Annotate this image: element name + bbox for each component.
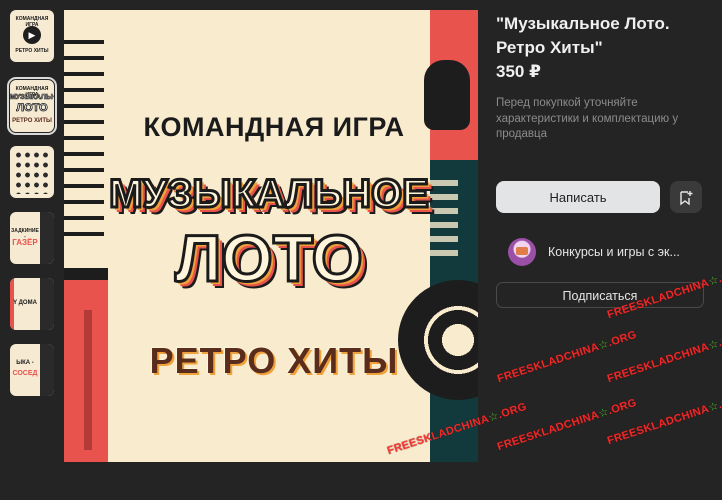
- thumb-caption: РЕТРО ХИТЫ: [12, 118, 52, 124]
- purchase-note: Перед покупкой уточняйте характеристики …: [496, 97, 679, 140]
- thumb-caption: МУЗЫКАЛЬНОЕ: [10, 94, 54, 102]
- thumbnail-6[interactable]: ЫКА - СОСЕД: [10, 344, 54, 396]
- hero-title-line1: МУЗЫКАЛЬНОЕ: [108, 171, 431, 218]
- seller-avatar: [508, 238, 536, 266]
- thumb-caption: Y ДОМА: [13, 300, 37, 306]
- play-icon: ▶: [23, 26, 41, 44]
- bookmark-add-button[interactable]: [670, 181, 702, 213]
- photo: [40, 212, 54, 264]
- seller-card[interactable]: Конкурсы и игры с эк...: [508, 238, 708, 266]
- thumbnail-video[interactable]: КОМАНДНАЯ ИГРА ▶ РЕТРО ХИТЫ: [10, 10, 54, 62]
- thumb-caption: ГАЗЁР: [12, 238, 38, 247]
- product-price: 350 ₽: [496, 62, 541, 81]
- hero-tagline: РЕТРО ХИТЫ: [149, 340, 399, 381]
- thumb-caption: ЫКА -: [16, 360, 34, 366]
- thumbnail-3[interactable]: [10, 146, 54, 198]
- write-seller-button[interactable]: Написать: [496, 181, 660, 213]
- hero-title-line2: ЛОТО: [174, 220, 365, 297]
- bookmark-add-icon: [680, 191, 693, 206]
- photo: [40, 278, 54, 330]
- product-title: "Музыкальное Лото. Ретро Хиты": [496, 14, 670, 57]
- photo: [40, 344, 54, 396]
- product-image[interactable]: КОМАНДНАЯ ИГРА МУЗЫКАЛЬНОЕ ЛОТО РЕТРО ХИ…: [64, 10, 478, 462]
- thumbnail-4[interactable]: ЗАДКИНИЕ - ГАЗЁР: [10, 212, 54, 264]
- thumb-caption: ЛОТО: [16, 102, 48, 115]
- thumbnail-5[interactable]: Y ДОМА: [10, 278, 54, 330]
- thumb-caption: СОСЕД: [12, 370, 38, 377]
- pattern: [14, 150, 50, 194]
- thumb-caption: РЕТРО ХИТЫ: [15, 48, 49, 54]
- hero-subtitle: КОМАНДНАЯ ИГРА: [143, 112, 405, 142]
- seller-name: Конкурсы и игры с эк...: [548, 245, 680, 259]
- thumbnail-cover[interactable]: КОМАНДНАЯ ИГРА МУЗЫКАЛЬНОЕ ЛОТО РЕТРО ХИ…: [7, 77, 57, 135]
- microphone-icon: [424, 60, 470, 130]
- decor-block: [84, 310, 92, 450]
